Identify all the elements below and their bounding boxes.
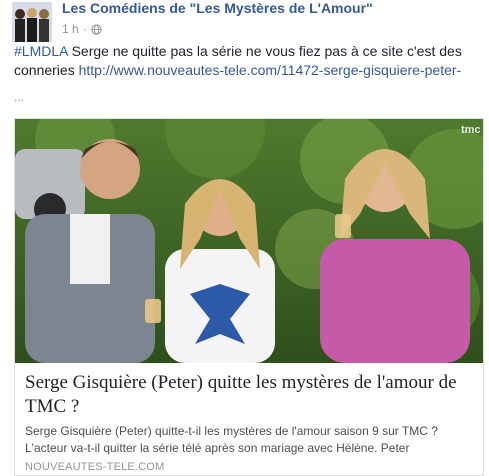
link-preview-body: Serge Gisquière (Peter) quitte les mystè…: [15, 363, 483, 475]
link-preview-description: Serge Gisquière (Peter) quitte-t-il les …: [25, 424, 438, 455]
tmc-watermark: tmc: [461, 124, 481, 136]
post-message: #LMDLA Serge ne quitte pas la série ne v…: [14, 42, 476, 80]
avatar-image: [12, 2, 52, 42]
link-preview-title[interactable]: Serge Gisquière (Peter) quitte les mystè…: [25, 371, 473, 419]
post-header: Les Comédiens de "Les Mystères de L'Amou…: [10, 0, 480, 42]
link-preview-domain: NOUVEAUTES-TELE.COM: [25, 461, 165, 473]
page-name-link[interactable]: Les Comédiens de "Les Mystères de L'Amou…: [62, 0, 373, 16]
link-preview-image[interactable]: tmc: [15, 119, 483, 363]
post-timestamp[interactable]: 1 h: [62, 22, 79, 36]
link-preview-card[interactable]: tmc Serge Gisquière (Peter) quitte les m…: [14, 118, 484, 476]
page-avatar[interactable]: [12, 2, 52, 42]
meta-separator: ·: [82, 22, 87, 36]
article-url-link[interactable]: http://www.nouveautes-tele.com/11472-ser…: [79, 62, 462, 78]
see-more-ellipsis[interactable]: ...: [14, 90, 24, 104]
post-meta: 1 h ·: [62, 22, 102, 36]
hashtag-link[interactable]: #LMDLA: [14, 43, 68, 59]
preview-photo: tmc: [15, 119, 483, 363]
globe-icon: [91, 23, 102, 35]
